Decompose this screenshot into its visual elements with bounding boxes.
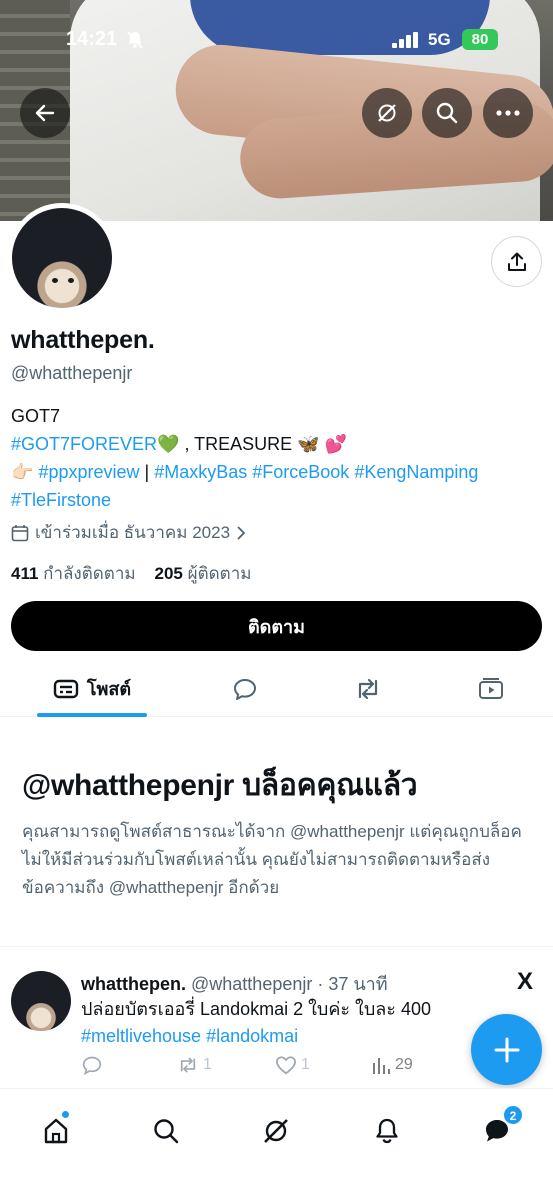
following-label: กำลังติดตาม <box>43 564 136 583</box>
nav-home[interactable] <box>36 1110 76 1151</box>
compose-button[interactable] <box>471 1014 542 1085</box>
followers-count: 205 <box>154 564 183 583</box>
followers-label: ผู้ติดตาม <box>187 564 252 583</box>
grok-button[interactable] <box>362 88 412 138</box>
joined-date[interactable]: เข้าร่วมเมื่อ ธันวาคม 2023 <box>11 519 246 546</box>
repost-count: 1 <box>203 1056 212 1073</box>
more-button[interactable] <box>483 88 533 138</box>
tweet-author-name[interactable]: whatthepen. <box>81 974 186 994</box>
home-icon <box>44 1118 68 1144</box>
reply-icon <box>82 1056 102 1075</box>
blocked-description: คุณสามารถดูโพสต์สาธารณะได้จาก @whatthepe… <box>22 822 522 897</box>
grok-icon <box>378 104 396 122</box>
profile-tabs: โพสต์ <box>0 660 553 717</box>
views-icon <box>373 1058 390 1074</box>
silent-bell-icon <box>125 30 145 55</box>
avatar-image <box>12 208 112 308</box>
reply-icon <box>234 678 256 700</box>
profile-handle: @whatthepenjr <box>11 363 133 383</box>
repost-icon <box>358 678 378 699</box>
follow-counts: 411 กำลังติดตาม 205 ผู้ติดตาม <box>11 560 251 587</box>
bio-line: #TleFirstone <box>11 486 541 514</box>
repost-icon <box>180 1057 196 1073</box>
tab-posts-label: โพสต์ <box>86 679 132 699</box>
calendar-icon <box>11 524 29 541</box>
status-bar: 14:21 5G 80 <box>0 26 553 56</box>
search-icon <box>154 1119 179 1144</box>
joined-text: เข้าร่วมเมื่อ ธันวาคม 2023 <box>35 523 231 542</box>
search-button[interactable] <box>422 88 472 138</box>
heart-icon <box>275 1056 297 1075</box>
follow-button[interactable]: ติดตาม <box>11 601 542 651</box>
blocked-title: @whatthepenjr บล็อคคุณแล้ว <box>22 769 418 802</box>
divider <box>0 946 553 947</box>
tweet-handle-time: @whatthepenjr · 37 นาที <box>186 974 388 994</box>
like-count: 1 <box>301 1056 310 1073</box>
profile-bio: GOT7 #GOT7FOREVER💚 , TREASURE 🦋 💕 👉🏻 #pp… <box>11 402 541 514</box>
tweet-line: #meltlivehouse #landokmai <box>81 1023 501 1050</box>
arrow-left-icon <box>35 104 55 122</box>
x-logo-icon: X <box>517 968 534 995</box>
following-count: 411 <box>11 564 39 583</box>
nav-messages[interactable]: 2 <box>477 1105 523 1151</box>
messages-badge: 2 <box>503 1105 523 1125</box>
plus-icon <box>494 1037 519 1062</box>
hashtag-link[interactable]: #MaxkyBas <box>154 462 247 482</box>
following-link[interactable]: 411 กำลังติดตาม <box>11 564 136 583</box>
status-time: 14:21 <box>66 28 118 50</box>
video-icon <box>479 677 503 699</box>
bio-line: GOT7 <box>11 406 61 426</box>
tab-media[interactable] <box>465 660 517 717</box>
profile-avatar[interactable] <box>7 203 117 313</box>
hashtag-link[interactable]: #meltlivehouse <box>81 1026 201 1046</box>
views-count: 29 <box>395 1056 413 1073</box>
hashtag-link[interactable]: #GOT7FOREVER <box>11 434 157 454</box>
tweet-avatar[interactable] <box>11 971 71 1031</box>
bio-emoji: 💚 <box>157 434 180 454</box>
bio-text: | <box>139 462 155 482</box>
tab-posts[interactable]: โพสต์ <box>37 660 147 717</box>
hashtag-link[interactable]: #KengNamping <box>354 462 478 482</box>
bell-icon <box>376 1118 398 1144</box>
avatar-detail <box>68 278 74 283</box>
tab-replies[interactable] <box>219 660 271 717</box>
like-action[interactable]: 1 <box>275 1055 310 1075</box>
tweet-line: ปล่อยบัตรเออรี่ Landokmai 2 ใบค่ะ ใบละ 4… <box>81 999 431 1019</box>
network-type: 5G <box>428 30 451 49</box>
hashtag-link[interactable]: #TleFirstone <box>11 490 111 510</box>
bio-line: 👉🏻 #ppxpreview | #MaxkyBas #ForceBook #K… <box>11 458 541 486</box>
more-icon <box>496 110 520 116</box>
search-icon <box>436 102 458 124</box>
notification-dot <box>61 1110 70 1119</box>
active-tab-indicator <box>37 713 147 717</box>
battery-indicator: 80 <box>462 29 498 50</box>
share-icon <box>507 252 526 271</box>
bottom-navigation: 2 <box>0 1088 553 1200</box>
nav-search[interactable] <box>146 1111 186 1151</box>
hashtag-link[interactable]: #ForceBook <box>252 462 349 482</box>
hashtag-link[interactable]: #ppxpreview <box>38 462 139 482</box>
repost-action[interactable]: 1 <box>177 1055 212 1075</box>
signal-icon <box>392 32 420 53</box>
tab-reposts[interactable] <box>342 660 394 717</box>
bio-line: #GOT7FOREVER💚 , TREASURE 🦋 💕 <box>11 430 541 458</box>
chevron-right-icon <box>237 525 246 540</box>
hashtag-link[interactable]: #landokmai <box>206 1026 298 1046</box>
tweet-text: ปล่อยบัตรเออรี่ Landokmai 2 ใบค่ะ ใบละ 4… <box>81 996 501 1050</box>
bio-emoji: 🦋 💕 <box>297 434 347 454</box>
profile-name: whatthepen. <box>11 326 155 354</box>
followers-link[interactable]: 205 ผู้ติดตาม <box>155 564 252 583</box>
reply-action[interactable] <box>81 1055 103 1075</box>
share-button[interactable] <box>491 236 542 287</box>
tweet-header: whatthepen. @whatthepenjr · 37 นาที <box>81 969 388 998</box>
nav-grok[interactable] <box>256 1111 296 1151</box>
back-button[interactable] <box>20 88 70 138</box>
avatar-detail <box>52 278 58 283</box>
views-action[interactable]: 29 <box>371 1055 413 1075</box>
bio-emoji: 👉🏻 <box>11 462 34 482</box>
bio-text: , TREASURE <box>179 434 298 454</box>
posts-icon <box>53 679 79 698</box>
nav-notifications[interactable] <box>367 1111 407 1151</box>
grok-icon <box>264 1119 288 1143</box>
